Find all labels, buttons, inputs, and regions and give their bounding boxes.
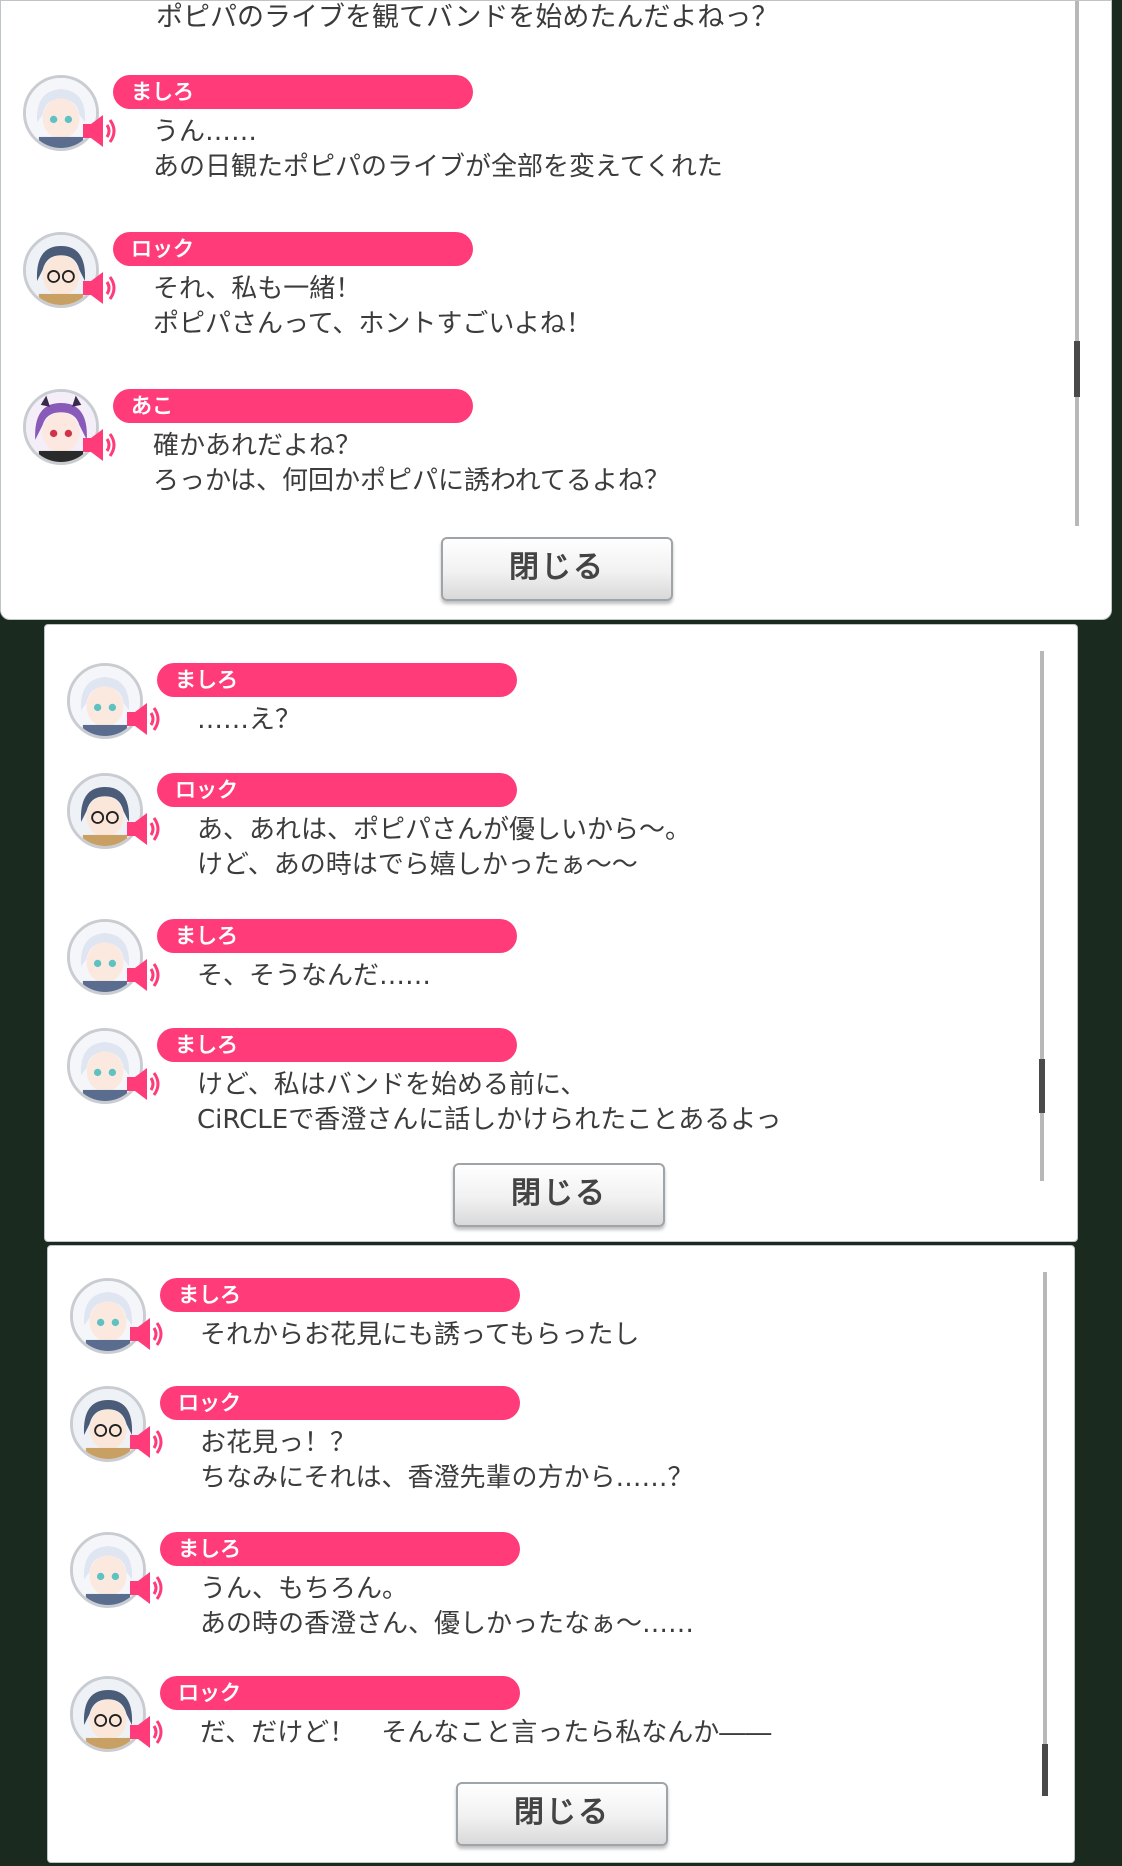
speaker-name: ましろ (160, 1532, 520, 1566)
speaker-name: ロック (160, 1676, 520, 1710)
close-button[interactable]: 閉じる (453, 1163, 665, 1227)
voice-replay-icon[interactable] (79, 268, 119, 308)
speaker-name: あこ (113, 389, 473, 423)
close-button[interactable]: 閉じる (441, 537, 673, 601)
message-line: あの時の香澄さん、優しかったなぁ～…… (200, 1609, 695, 1639)
message-line: CiRCLEで香澄さんに話しかけられたことあるよっ (197, 1105, 782, 1135)
voice-replay-icon[interactable] (126, 1422, 166, 1462)
speaker-name: ロック (157, 773, 517, 807)
voice-replay-icon[interactable] (123, 1064, 163, 1104)
log-panel-1: ポピパのライブを観てバンドを始めたんだよねっ？ ましろ うん…… あの日観たポピ… (0, 0, 1112, 620)
message-text-partial: ポピパのライブを観てバンドを始めたんだよねっ？ (156, 2, 779, 33)
message-line: あ、あれは、ポピパさんが優しいから～。 (197, 815, 692, 845)
message-line: けど、あの時はでら嬉しかったぁ～～ (197, 850, 638, 880)
scrollbar-thumb[interactable] (1042, 1744, 1048, 1796)
voice-replay-icon[interactable] (123, 955, 163, 995)
message-line: それからお花見にも誘ってもらったし (200, 1320, 640, 1350)
message-line: けど、私はバンドを始める前に、 (197, 1070, 587, 1100)
speaker-name: ましろ (157, 1028, 517, 1062)
log-panel-3: ましろ それからお花見にも誘ってもらったし ロック お花見っ！？ ちなみにそれは… (47, 1245, 1075, 1863)
scrollbar-thumb[interactable] (1074, 341, 1080, 397)
voice-replay-icon[interactable] (79, 111, 119, 151)
message-line: ……え？ (197, 705, 302, 735)
speaker-name: ロック (113, 232, 473, 266)
message-line: ポピパさんって、ホントすごいよね！ (153, 309, 592, 339)
chat-message: ロック お花見っ！？ ちなみにそれは、香澄先輩の方から……？ (48, 1386, 1074, 1516)
chat-message: ましろ うん、もちろん。 あの時の香澄さん、優しかったなぁ～…… (48, 1532, 1074, 1662)
voice-replay-icon[interactable] (126, 1314, 166, 1354)
voice-replay-icon[interactable] (123, 809, 163, 849)
chat-message: ロック それ、私も一緒！ ポピパさんって、ホントすごいよね！ (1, 232, 1111, 362)
speaker-name: ましろ (157, 919, 517, 953)
voice-replay-icon[interactable] (123, 699, 163, 739)
close-button[interactable]: 閉じる (456, 1782, 668, 1846)
message-line: だ、だけど！ そんなこと言ったら私なんか―― (200, 1718, 772, 1748)
chat-message: ロック あ、あれは、ポピパさんが優しいから～。 けど、あの時はでら嬉しかったぁ～… (45, 773, 1077, 903)
message-line: うん、もちろん。 (200, 1574, 409, 1604)
speaker-name: ましろ (157, 663, 517, 697)
message-line: お花見っ！？ (200, 1428, 357, 1458)
message-line: ちなみにそれは、香澄先輩の方から……？ (200, 1463, 694, 1493)
scrollbar[interactable] (1042, 1272, 1048, 1796)
message-line: 確かあれだよね？ (153, 431, 362, 461)
chat-message: ましろ うん…… あの日観たポピパのライブが全部を変えてくれた (1, 75, 1111, 205)
message-line: ろっかは、何回かポピパに誘われてるよね？ (153, 466, 670, 496)
scrollbar-thumb[interactable] (1039, 1059, 1045, 1113)
speaker-name: ましろ (113, 75, 473, 109)
log-panel-2: ましろ ……え？ ロック あ、あれは、ポピパさんが優しいから～。 けど、あの時は… (44, 624, 1078, 1242)
scrollbar[interactable] (1074, 1, 1080, 526)
voice-replay-icon[interactable] (126, 1568, 166, 1608)
speaker-name: ましろ (160, 1278, 520, 1312)
message-line: あの日観たポピパのライブが全部を変えてくれた (153, 152, 723, 182)
voice-replay-icon[interactable] (79, 425, 119, 465)
voice-replay-icon[interactable] (126, 1712, 166, 1752)
chat-message: あこ 確かあれだよね？ ろっかは、何回かポピパに誘われてるよね？ (1, 389, 1111, 519)
chat-message: ましろ けど、私はバンドを始める前に、 CiRCLEで香澄さんに話しかけられたこ… (45, 1028, 1077, 1158)
message-line: そ、そうなんだ…… (197, 961, 432, 991)
message-line: それ、私も一緒！ (153, 274, 362, 304)
scrollbar[interactable] (1039, 651, 1045, 1181)
speaker-name: ロック (160, 1386, 520, 1420)
message-line: うん…… (153, 117, 258, 147)
